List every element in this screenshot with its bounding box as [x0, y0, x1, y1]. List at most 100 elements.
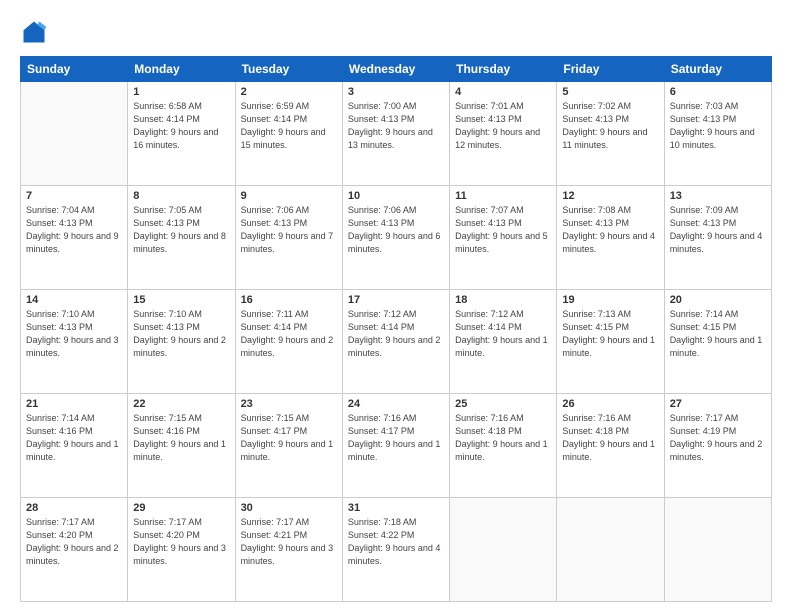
page: SundayMondayTuesdayWednesdayThursdayFrid… [0, 0, 792, 612]
calendar-weekday-friday: Friday [557, 57, 664, 82]
day-number: 2 [241, 86, 337, 98]
calendar-week-row: 28 Sunrise: 7:17 AMSunset: 4:20 PMDayligh… [21, 498, 772, 602]
day-number: 29 [133, 502, 229, 514]
day-number: 13 [670, 190, 766, 202]
day-number: 1 [133, 86, 229, 98]
day-info: Sunrise: 6:58 AMSunset: 4:14 PMDaylight:… [133, 100, 229, 152]
day-info: Sunrise: 7:01 AMSunset: 4:13 PMDaylight:… [455, 100, 551, 152]
day-info: Sunrise: 7:03 AMSunset: 4:13 PMDaylight:… [670, 100, 766, 152]
day-number: 28 [26, 502, 122, 514]
calendar-cell: 17Sunrise: 7:12 AMSunset: 4:14 PMDayligh… [342, 290, 449, 394]
day-info: Sunrise: 7:14 AMSunset: 4:16 PMDaylight:… [26, 412, 122, 464]
day-number: 15 [133, 294, 229, 306]
day-info: Sunrise: 7:16 AMSunset: 4:18 PMDaylight:… [562, 412, 658, 464]
calendar-cell: 24 Sunrise: 7:16 AMSunset: 4:17 PMDayligh… [342, 394, 449, 498]
day-info: Sunrise: 7:13 AMSunset: 4:15 PMDaylight:… [562, 308, 658, 360]
calendar-cell: 21Sunrise: 7:14 AMSunset: 4:16 PMDayligh… [21, 394, 128, 498]
calendar-cell: 29 Sunrise: 7:17 AMSunset: 4:20 PMDayligh… [128, 498, 235, 602]
calendar-cell: 19 Sunrise: 7:13 AMSunset: 4:15 PMDayligh… [557, 290, 664, 394]
calendar-cell: 14 Sunrise: 7:10 AMSunset: 4:13 PMDayligh… [21, 290, 128, 394]
calendar-cell [664, 498, 771, 602]
calendar-cell: 10Sunrise: 7:06 AMSunset: 4:13 PMDayligh… [342, 186, 449, 290]
calendar-cell: 30 Sunrise: 7:17 AMSunset: 4:21 PMDayligh… [235, 498, 342, 602]
day-number: 4 [455, 86, 551, 98]
calendar-cell: 22 Sunrise: 7:15 AMSunset: 4:16 PMDayligh… [128, 394, 235, 498]
day-info: Sunrise: 7:17 AMSunset: 4:21 PMDaylight:… [241, 516, 337, 568]
day-number: 7 [26, 190, 122, 202]
calendar-cell [450, 498, 557, 602]
calendar-cell [557, 498, 664, 602]
day-info: Sunrise: 7:15 AMSunset: 4:16 PMDaylight:… [133, 412, 229, 464]
calendar-cell: 16 Sunrise: 7:11 AMSunset: 4:14 PMDayligh… [235, 290, 342, 394]
day-number: 5 [562, 86, 658, 98]
calendar-weekday-tuesday: Tuesday [235, 57, 342, 82]
day-info: Sunrise: 7:10 AMSunset: 4:13 PMDaylight:… [26, 308, 122, 360]
calendar-cell: 18 Sunrise: 7:12 AMSunset: 4:14 PMDayligh… [450, 290, 557, 394]
day-info: Sunrise: 6:59 AMSunset: 4:14 PMDaylight:… [241, 100, 337, 152]
calendar-cell: 28Sunrise: 7:17 AMSunset: 4:20 PMDayligh… [21, 498, 128, 602]
day-info: Sunrise: 7:16 AMSunset: 4:18 PMDaylight:… [455, 412, 551, 464]
day-number: 12 [562, 190, 658, 202]
day-info: Sunrise: 7:17 AMSunset: 4:19 PMDaylight:… [670, 412, 766, 464]
calendar-cell: 11 Sunrise: 7:07 AMSunset: 4:13 PMDayligh… [450, 186, 557, 290]
day-number: 26 [562, 398, 658, 410]
day-info: Sunrise: 7:11 AMSunset: 4:14 PMDaylight:… [241, 308, 337, 360]
day-number: 25 [455, 398, 551, 410]
calendar-weekday-saturday: Saturday [664, 57, 771, 82]
calendar-weekday-sunday: Sunday [21, 57, 128, 82]
day-info: Sunrise: 7:02 AMSunset: 4:13 PMDaylight:… [562, 100, 658, 152]
day-number: 30 [241, 502, 337, 514]
day-number: 22 [133, 398, 229, 410]
day-number: 19 [562, 294, 658, 306]
day-number: 11 [455, 190, 551, 202]
calendar-cell: 12Sunrise: 7:08 AMSunset: 4:13 PMDayligh… [557, 186, 664, 290]
day-info: Sunrise: 7:04 AMSunset: 4:13 PMDaylight:… [26, 204, 122, 256]
calendar-cell: 25 Sunrise: 7:16 AMSunset: 4:18 PMDayligh… [450, 394, 557, 498]
day-number: 16 [241, 294, 337, 306]
calendar-cell: 3 Sunrise: 7:00 AMSunset: 4:13 PMDaylight… [342, 82, 449, 186]
day-info: Sunrise: 7:17 AMSunset: 4:20 PMDaylight:… [133, 516, 229, 568]
day-number: 6 [670, 86, 766, 98]
calendar-cell: 31 Sunrise: 7:18 AMSunset: 4:22 PMDayligh… [342, 498, 449, 602]
day-info: Sunrise: 7:12 AMSunset: 4:14 PMDaylight:… [455, 308, 551, 360]
calendar-cell: 9 Sunrise: 7:06 AMSunset: 4:13 PMDaylight… [235, 186, 342, 290]
day-info: Sunrise: 7:15 AMSunset: 4:17 PMDaylight:… [241, 412, 337, 464]
day-info: Sunrise: 7:00 AMSunset: 4:13 PMDaylight:… [348, 100, 444, 152]
calendar-weekday-monday: Monday [128, 57, 235, 82]
day-number: 27 [670, 398, 766, 410]
calendar-cell: 8 Sunrise: 7:05 AMSunset: 4:13 PMDaylight… [128, 186, 235, 290]
calendar-header-row: SundayMondayTuesdayWednesdayThursdayFrid… [21, 57, 772, 82]
day-info: Sunrise: 7:05 AMSunset: 4:13 PMDaylight:… [133, 204, 229, 256]
day-info: Sunrise: 7:10 AMSunset: 4:13 PMDaylight:… [133, 308, 229, 360]
calendar-cell: 15 Sunrise: 7:10 AMSunset: 4:13 PMDayligh… [128, 290, 235, 394]
day-info: Sunrise: 7:06 AMSunset: 4:13 PMDaylight:… [241, 204, 337, 256]
day-number: 3 [348, 86, 444, 98]
calendar-cell: 13 Sunrise: 7:09 AMSunset: 4:13 PMDayligh… [664, 186, 771, 290]
day-number: 20 [670, 294, 766, 306]
day-number: 18 [455, 294, 551, 306]
calendar-cell: 6 Sunrise: 7:03 AMSunset: 4:13 PMDaylight… [664, 82, 771, 186]
day-number: 9 [241, 190, 337, 202]
day-number: 31 [348, 502, 444, 514]
day-number: 24 [348, 398, 444, 410]
header [20, 18, 772, 46]
day-info: Sunrise: 7:12 AMSunset: 4:14 PMDaylight:… [348, 308, 444, 360]
calendar-week-row: 14 Sunrise: 7:10 AMSunset: 4:13 PMDayligh… [21, 290, 772, 394]
day-info: Sunrise: 7:18 AMSunset: 4:22 PMDaylight:… [348, 516, 444, 568]
day-number: 8 [133, 190, 229, 202]
day-info: Sunrise: 7:16 AMSunset: 4:17 PMDaylight:… [348, 412, 444, 464]
calendar-weekday-thursday: Thursday [450, 57, 557, 82]
day-info: Sunrise: 7:09 AMSunset: 4:13 PMDaylight:… [670, 204, 766, 256]
calendar-cell: 5 Sunrise: 7:02 AMSunset: 4:13 PMDaylight… [557, 82, 664, 186]
calendar-cell: 20 Sunrise: 7:14 AMSunset: 4:15 PMDayligh… [664, 290, 771, 394]
calendar-table: SundayMondayTuesdayWednesdayThursdayFrid… [20, 56, 772, 602]
calendar-cell: 4 Sunrise: 7:01 AMSunset: 4:13 PMDaylight… [450, 82, 557, 186]
day-number: 14 [26, 294, 122, 306]
calendar-cell: 23 Sunrise: 7:15 AMSunset: 4:17 PMDayligh… [235, 394, 342, 498]
calendar-week-row: 1 Sunrise: 6:58 AMSunset: 4:14 PMDaylight… [21, 82, 772, 186]
day-number: 23 [241, 398, 337, 410]
calendar-cell: 27 Sunrise: 7:17 AMSunset: 4:19 PMDayligh… [664, 394, 771, 498]
day-info: Sunrise: 7:14 AMSunset: 4:15 PMDaylight:… [670, 308, 766, 360]
day-info: Sunrise: 7:07 AMSunset: 4:13 PMDaylight:… [455, 204, 551, 256]
calendar-weekday-wednesday: Wednesday [342, 57, 449, 82]
